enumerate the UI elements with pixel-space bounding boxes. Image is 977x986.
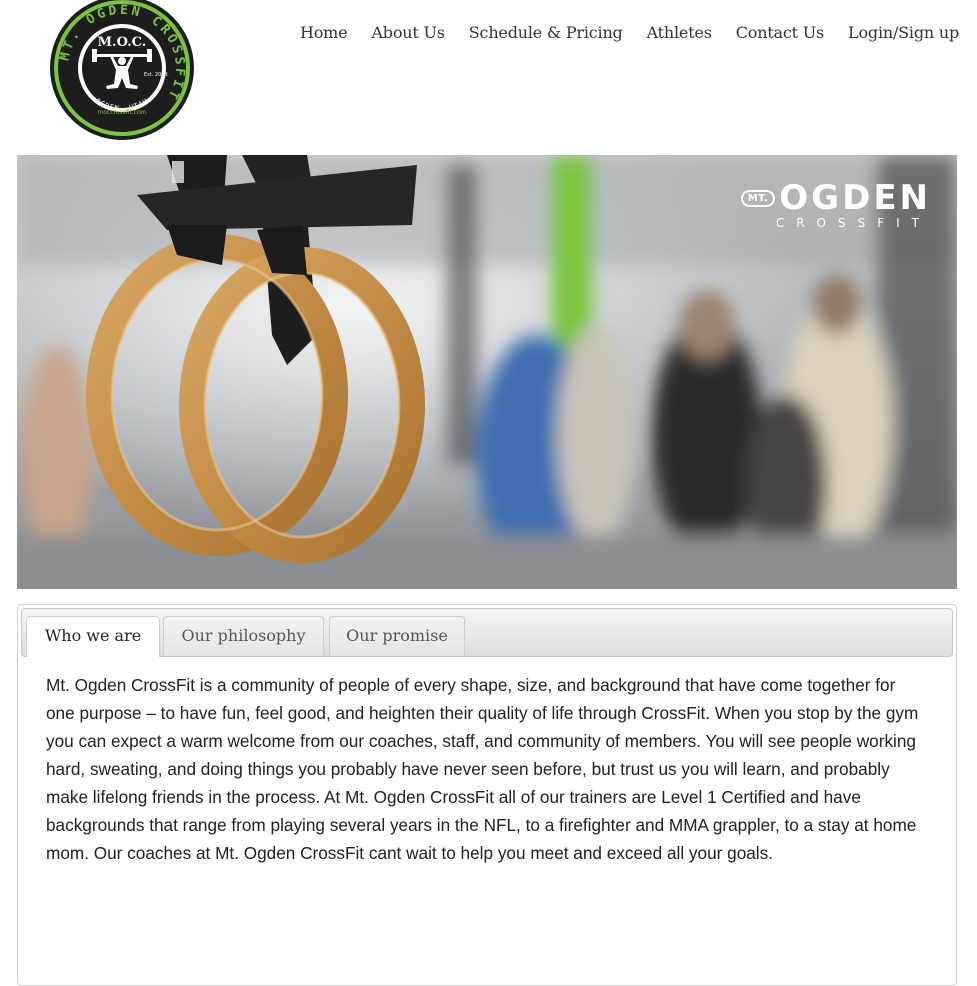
site-logo[interactable]: MT. OGDEN CROSSFIT M.O.C. Est. 2013 OGDE… (48, 0, 196, 142)
logo-est: Est. 2013 (144, 72, 168, 78)
hero-brand-name: OGDEN (779, 178, 931, 218)
logo-url: moccrossfit.com (97, 109, 146, 116)
nav-login-signup[interactable]: Login/Sign up (836, 22, 971, 44)
main-nav: Home About Us Schedule & Pricing Athlete… (300, 22, 971, 44)
logo-seal: MT. OGDEN CROSSFIT M.O.C. Est. 2013 OGDE… (50, 0, 194, 140)
hero-banner: MT. OGDEN CROSSFIT (17, 155, 957, 589)
nav-about-us[interactable]: About Us (359, 22, 456, 44)
tab-content-who-we-are: Mt. Ogden CrossFit is a community of peo… (46, 675, 919, 863)
tabs-panel: Who we are Our philosophy Our promise Mt… (17, 604, 957, 986)
hero-brand-mark: MT. OGDEN CROSSFIT (725, 181, 931, 230)
nav-schedule-pricing[interactable]: Schedule & Pricing (457, 22, 635, 44)
tab-our-philosophy[interactable]: Our philosophy (163, 616, 324, 656)
tab-bar: Who we are Our philosophy Our promise (21, 608, 953, 657)
hero-brand-mt: MT. (740, 189, 776, 207)
nav-home[interactable]: Home (300, 22, 359, 44)
tab-who-we-are[interactable]: Who we are (26, 616, 160, 657)
tab-our-promise[interactable]: Our promise (329, 616, 465, 656)
nav-contact-us[interactable]: Contact Us (724, 22, 836, 44)
nav-athletes[interactable]: Athletes (635, 22, 724, 44)
logo-center-text: M.O.C. (98, 35, 147, 50)
hero-brand-sub: CROSSFIT (775, 216, 931, 230)
